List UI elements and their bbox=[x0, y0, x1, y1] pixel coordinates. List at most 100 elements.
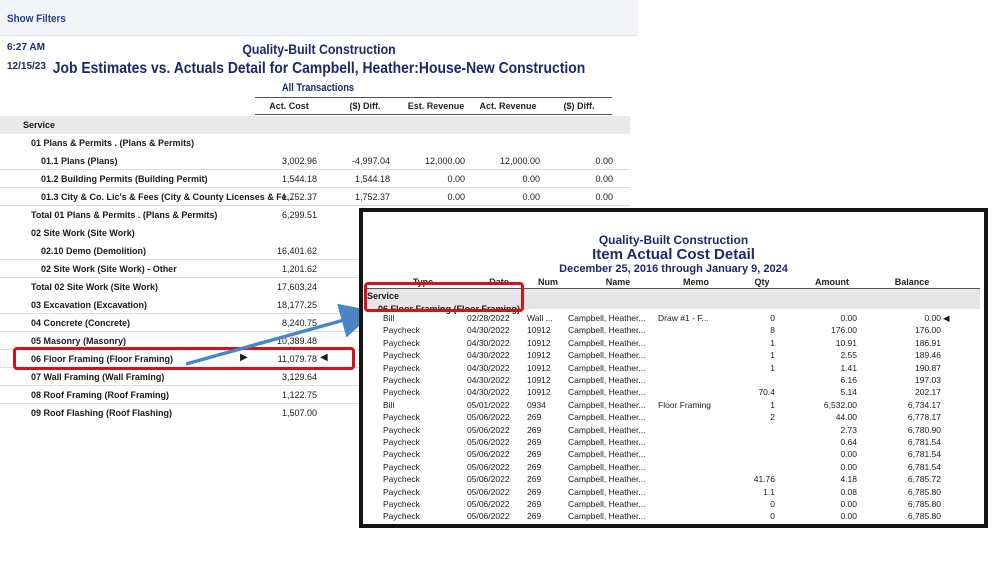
table-row[interactable]: Service bbox=[0, 116, 630, 134]
cell-num: 10912 bbox=[527, 325, 551, 336]
filters-bar: Show Filters bbox=[0, 0, 638, 36]
cell-num: Wall ... bbox=[527, 313, 553, 323]
cell-num: 269 bbox=[527, 511, 542, 522]
transaction-row[interactable]: Paycheck 05/06/2022 269 Campbell, Heather..… bbox=[363, 448, 984, 460]
row-label: 03 Excavation (Excavation) bbox=[31, 300, 148, 310]
cell-type: Paycheck bbox=[383, 337, 420, 348]
cell-date: 05/06/2022 bbox=[467, 474, 510, 485]
act-cost-value: 1,201.62 bbox=[281, 264, 317, 274]
cell-name: Campbell, Heather... bbox=[568, 499, 646, 509]
col-qty[interactable]: Qty bbox=[742, 277, 782, 287]
act-cost-value: 1,507.00 bbox=[281, 408, 317, 418]
row-label: Service bbox=[23, 120, 56, 130]
cell-type: Paycheck bbox=[383, 362, 420, 373]
cell-num: 269 bbox=[527, 437, 542, 447]
col-memo[interactable]: Memo bbox=[671, 277, 721, 287]
cell-num: 269 bbox=[527, 412, 542, 423]
cell-name: Campbell, Heather... bbox=[568, 337, 646, 348]
act-cost-value: 1,122.75 bbox=[281, 390, 317, 400]
transaction-row[interactable]: Bill 05/01/2022 0934 Campbell, Heather... Fl… bbox=[363, 399, 984, 411]
floor-framing-highlight bbox=[13, 347, 355, 370]
transaction-row[interactable]: Paycheck 05/06/2022 269 Campbell, Heather..… bbox=[363, 411, 984, 423]
row-label: Total 02 Site Work (Site Work) bbox=[31, 282, 159, 292]
cell-qty: 41.76 bbox=[753, 474, 775, 485]
col-diff[interactable]: ($) Diff. bbox=[337, 101, 393, 111]
transaction-row[interactable]: Paycheck 05/06/2022 269 Campbell, Heather..… bbox=[363, 436, 984, 448]
cell-name: Campbell, Heather... bbox=[568, 325, 646, 336]
cell-date: 05/06/2022 bbox=[467, 511, 510, 522]
report-date: 12/15/23 bbox=[7, 61, 46, 72]
transaction-row[interactable]: Paycheck 05/06/2022 269 Campbell, Heather..… bbox=[363, 473, 984, 485]
cell-balance: 189.46 bbox=[915, 350, 941, 361]
caret-left-icon: ◀ bbox=[943, 313, 950, 323]
col-num[interactable]: Num bbox=[531, 277, 565, 287]
cell-qty: 1.1 bbox=[763, 486, 775, 497]
transaction-row[interactable]: Paycheck 04/30/2022 10912 Campbell, Heather… bbox=[363, 324, 984, 336]
cell-date: 02/28/2022 bbox=[467, 313, 510, 323]
transaction-row[interactable]: Paycheck 05/06/2022 269 Campbell, Heather..… bbox=[363, 498, 984, 510]
overlay-report-title: Item Actual Cost Detail bbox=[592, 246, 755, 263]
cell-date: 05/06/2022 bbox=[467, 499, 510, 509]
cell-type: Paycheck bbox=[383, 387, 420, 398]
row-label: 01.1 Plans (Plans) bbox=[41, 156, 118, 166]
act-revenue-value: 0.00 bbox=[522, 192, 540, 202]
floor-framing-header-highlight bbox=[364, 282, 524, 312]
transaction-row[interactable]: Paycheck 05/06/2022 269 Campbell, Heather..… bbox=[363, 424, 984, 436]
transaction-row[interactable]: Paycheck 04/30/2022 10912 Campbell, Heather… bbox=[363, 386, 984, 398]
cell-name: Campbell, Heather... bbox=[568, 486, 646, 497]
row-label: 09 Roof Flashing (Roof Flashing) bbox=[31, 408, 172, 418]
col-diff-2[interactable]: ($) Diff. bbox=[551, 101, 607, 111]
act-revenue-value: 12,000.00 bbox=[499, 156, 540, 166]
transaction-row[interactable]: Paycheck 04/30/2022 10912 Campbell, Heather… bbox=[363, 337, 984, 349]
cell-name: Campbell, Heather... bbox=[568, 399, 646, 410]
cell-balance: 202.17 bbox=[915, 387, 941, 398]
cell-balance: 6,785.80 bbox=[907, 511, 941, 522]
col-act-revenue[interactable]: Act. Revenue bbox=[477, 101, 539, 111]
cell-type: Paycheck bbox=[383, 375, 420, 385]
cell-amount: 0.00 bbox=[840, 449, 857, 460]
cell-date: 04/30/2022 bbox=[467, 362, 510, 373]
transaction-row[interactable]: Paycheck 05/06/2022 269 Campbell, Heather..… bbox=[363, 461, 984, 473]
transaction-row[interactable]: Paycheck 04/30/2022 10912 Campbell, Heather… bbox=[363, 362, 984, 374]
cell-type: Paycheck bbox=[383, 424, 420, 435]
row-label: 05 Masonry (Masonry) bbox=[31, 336, 127, 346]
cell-memo: Draw #1 - F... bbox=[658, 313, 709, 323]
transaction-row[interactable]: Bill 02/28/2022 Wall ... Campbell, Heather.… bbox=[363, 312, 984, 324]
cell-name: Campbell, Heather... bbox=[568, 449, 646, 460]
transaction-row[interactable]: Paycheck 05/06/2022 269 Campbell, Heather..… bbox=[363, 510, 984, 522]
cell-balance: 6,781.54 bbox=[907, 461, 941, 472]
transaction-row[interactable]: Paycheck 04/30/2022 10912 Campbell, Heather… bbox=[363, 349, 984, 361]
row-label: 01.2 Building Permits (Building Permit) bbox=[41, 174, 208, 184]
col-est-revenue[interactable]: Est. Revenue bbox=[405, 101, 467, 111]
cell-date: 05/06/2022 bbox=[467, 437, 510, 447]
col-balance[interactable]: Balance bbox=[882, 277, 942, 287]
cell-amount: 0.00 bbox=[840, 511, 857, 522]
cell-balance: 6,785.80 bbox=[907, 486, 941, 497]
cell-type: Bill bbox=[383, 399, 395, 410]
cell-name: Campbell, Heather... bbox=[568, 362, 646, 373]
cell-num: 269 bbox=[527, 499, 542, 509]
cell-balance: 6,785.80 bbox=[907, 499, 941, 509]
show-filters-link[interactable]: Show Filters bbox=[7, 13, 66, 25]
col-amount[interactable]: Amount bbox=[802, 277, 862, 287]
col-name[interactable]: Name bbox=[593, 277, 643, 287]
act-cost-value: 1,752.37 bbox=[281, 192, 317, 202]
cell-balance: 6,785.72 bbox=[907, 474, 941, 485]
cell-num: 269 bbox=[527, 424, 542, 435]
item-actual-cost-report: Quality-Built Construction Item Actual C… bbox=[359, 208, 988, 528]
transaction-row[interactable]: Paycheck 04/30/2022 10912 Campbell, Heather… bbox=[363, 374, 984, 386]
cell-qty: 0 bbox=[770, 511, 775, 522]
col-act-cost[interactable]: Act. Cost bbox=[261, 101, 317, 111]
transaction-row[interactable]: Paycheck 05/06/2022 269 Campbell, Heather..… bbox=[363, 486, 984, 498]
cell-name: Campbell, Heather... bbox=[568, 437, 646, 447]
est-revenue-value: 0.00 bbox=[447, 174, 465, 184]
cell-num: 269 bbox=[527, 486, 542, 497]
act-revenue-value: 0.00 bbox=[522, 174, 540, 184]
cell-balance: 6,780.90 bbox=[907, 424, 941, 435]
cell-memo: Floor Framing bbox=[658, 399, 711, 410]
cell-type: Paycheck bbox=[383, 511, 420, 522]
company-name: Quality-Built Construction bbox=[242, 41, 396, 57]
row-label: 08 Roof Framing (Roof Framing) bbox=[31, 390, 169, 400]
table-row[interactable]: 01 Plans & Permits . (Plans & Permits) bbox=[0, 134, 630, 152]
act-cost-value: 18,177.25 bbox=[276, 300, 317, 310]
